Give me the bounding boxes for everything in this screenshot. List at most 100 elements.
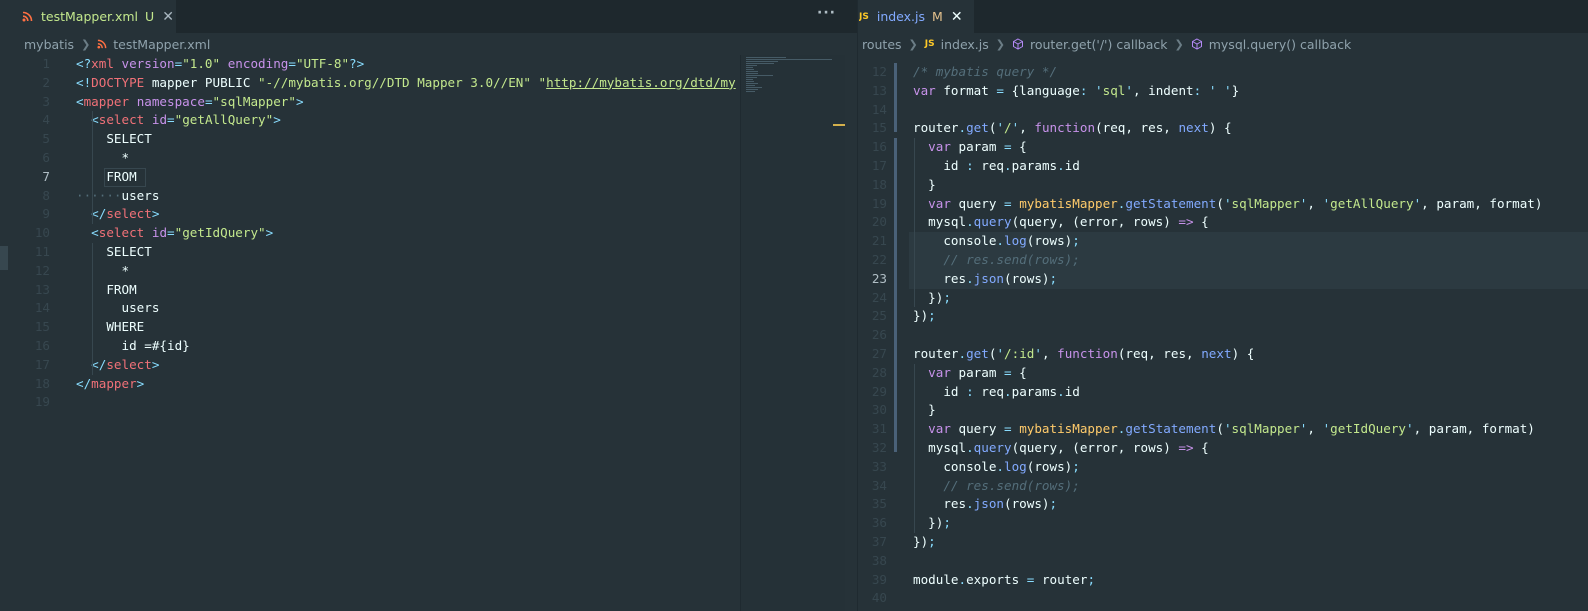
code-line[interactable]: 29 id : req.params.id — [859, 383, 1588, 402]
xml-code-editor[interactable]: 1 <?xml version="1.0" encoding="UTF-8"?> 2… — [0, 55, 857, 611]
code-line[interactable]: 19 var query = mybatisMapper.getStatemen… — [859, 195, 1588, 214]
breadcrumb-symbol[interactable]: mysql.query() callback — [1209, 37, 1351, 52]
breadcrumb-folder[interactable]: mybatis — [24, 37, 74, 52]
code-line[interactable]: 1 <?xml version="1.0" encoding="UTF-8"?> — [0, 55, 857, 74]
code-line[interactable]: 16 var param = { — [859, 138, 1588, 157]
code-token: "-//mybatis.org//DTD Mapper 3.0//EN" — [257, 74, 531, 90]
breadcrumb-symbol[interactable]: router.get('/') callback — [1030, 37, 1168, 52]
code-line[interactable]: 26 — [859, 326, 1588, 345]
code-token: (query, (error, rows) — [1011, 440, 1179, 455]
rss-icon — [97, 39, 107, 49]
javascript-code-editor[interactable]: 12 /* mybatis query */ 13 var format = {lan… — [859, 55, 1588, 611]
line-number: 3 — [42, 93, 50, 109]
code-token: sqlMapper — [1231, 195, 1300, 211]
line-number: 26 — [871, 327, 887, 343]
code-text: var format = {language: 'sql', indent: '… — [913, 82, 1239, 101]
code-token: json — [973, 496, 1005, 512]
code-token: ······ — [76, 187, 122, 203]
breadcrumb-folder[interactable]: routes — [862, 37, 902, 52]
chevron-right-icon: ❯ — [81, 37, 91, 51]
code-token: ?> — [349, 56, 365, 71]
code-line[interactable]: 37}); — [859, 533, 1588, 552]
code-line[interactable]: 10 <select id="getIdQuery"> — [0, 224, 857, 243]
code-token: , — [1307, 195, 1323, 211]
code-line[interactable]: 14 — [859, 101, 1588, 120]
line-number: 17 — [871, 158, 887, 173]
tab-testmapper-xml[interactable]: testMapper.xml U ✕ — [0, 0, 176, 33]
git-change-marker — [894, 63, 897, 133]
code-line[interactable]: 27 router.get('/:id', function(req, res, … — [859, 345, 1588, 364]
code-line[interactable]: 35 res.json(rows); — [859, 495, 1588, 514]
code-line[interactable]: 39 module.exports = router; — [859, 571, 1588, 590]
code-token: var — [928, 195, 951, 211]
code-token: var — [913, 82, 936, 98]
close-icon[interactable]: ✕ — [951, 9, 963, 25]
code-text: <mapper namespace="sqlMapper"> — [76, 93, 304, 112]
code-line[interactable]: 13 var format = {language: 'sql', indent:… — [859, 82, 1588, 101]
code-line[interactable]: 8 ······users — [0, 187, 857, 206]
code-line[interactable]: 33 console.log(rows); — [859, 458, 1588, 477]
code-line[interactable]: 2 <!DOCTYPE mapper PUBLIC "-//mybatis.org… — [0, 74, 857, 93]
code-line[interactable]: 17 </select> — [0, 356, 857, 375]
line-number: 10 — [34, 225, 50, 241]
code-line[interactable]: 40 — [859, 589, 1588, 608]
code-line[interactable]: 38 — [859, 552, 1588, 571]
code-text: * — [76, 149, 129, 168]
code-line[interactable]: 12 * — [0, 262, 857, 281]
code-token: ' — [1034, 346, 1042, 361]
left-editor-group: testMapper.xml U ✕ ··· mybatis ❯ testMap… — [0, 0, 858, 611]
minimap-line — [746, 61, 778, 62]
code-line[interactable]: 16 id =#{id} — [0, 337, 857, 356]
more-actions-icon[interactable]: ··· — [817, 5, 836, 21]
minimap-line — [746, 71, 758, 72]
code-line[interactable]: 22 // res.send(rows); — [859, 251, 1588, 270]
code-token: . — [966, 496, 974, 512]
code-line[interactable]: 19 — [0, 393, 857, 412]
code-token: > — [151, 206, 160, 222]
code-line[interactable]: 4 <select id="getAllQuery"> — [0, 111, 857, 130]
code-token: </ — [91, 206, 107, 222]
code-line[interactable]: 12 /* mybatis query */ — [859, 63, 1588, 82]
code-token: : — [966, 158, 974, 173]
code-line[interactable]: 23 res.json(rows); — [859, 270, 1588, 289]
close-icon[interactable]: ✕ — [162, 9, 174, 25]
code-line[interactable]: 25}); — [859, 307, 1588, 326]
minimap[interactable] — [740, 55, 845, 611]
code-line[interactable]: 15 WHERE — [0, 318, 857, 337]
code-token: function — [1034, 120, 1096, 136]
code-line[interactable]: 6 * — [0, 149, 857, 168]
code-line[interactable]: 32 mysql.query(query, (error, rows) => { — [859, 439, 1588, 458]
code-line[interactable]: 21 console.log(rows); — [859, 232, 1588, 251]
code-line[interactable]: 18 } — [859, 176, 1588, 195]
code-token: getAllQuery — [1330, 195, 1414, 211]
code-token: var — [928, 364, 951, 380]
breadcrumb-file[interactable]: testMapper.xml — [113, 37, 210, 52]
code-line[interactable]: 20 mysql.query(query, (error, rows) => { — [859, 213, 1588, 232]
code-line[interactable]: 9 </select> — [0, 205, 857, 224]
code-line[interactable]: 11 SELECT — [0, 243, 857, 262]
code-token: ; — [1049, 496, 1058, 512]
code-line[interactable]: 17 id : req.params.id — [859, 157, 1588, 176]
code-line[interactable]: 30 } — [859, 401, 1588, 420]
code-line[interactable]: 18 </mapper> — [0, 375, 857, 394]
code-line[interactable]: 24 }); — [859, 289, 1588, 308]
code-text: module.exports = router; — [913, 571, 1095, 590]
code-line[interactable]: 15 router.get('/', function(req, res, nex… — [859, 119, 1588, 138]
breadcrumb-file[interactable]: index.js — [941, 37, 989, 52]
code-text: // res.send(rows); — [913, 251, 1079, 270]
tab-index-js[interactable]: JS index.js M ✕ — [859, 0, 974, 33]
code-line[interactable]: 36 }); — [859, 514, 1588, 533]
code-line[interactable]: 28 var param = { — [859, 364, 1588, 383]
code-line[interactable]: 14 users — [0, 299, 857, 318]
line-number: 29 — [871, 383, 887, 399]
code-line[interactable]: 34 // res.send(rows); — [859, 477, 1588, 496]
code-line[interactable]: 13 FROM — [0, 281, 857, 300]
code-line[interactable]: 5 SELECT — [0, 130, 857, 149]
code-line[interactable]: 3 <mapper namespace="sqlMapper"> — [0, 93, 857, 112]
line-number: 23 — [871, 270, 887, 286]
code-line[interactable]: 31 var query = mybatisMapper.getStatemen… — [859, 420, 1588, 439]
line-number: 36 — [871, 515, 887, 531]
indent-guide — [914, 138, 915, 308]
